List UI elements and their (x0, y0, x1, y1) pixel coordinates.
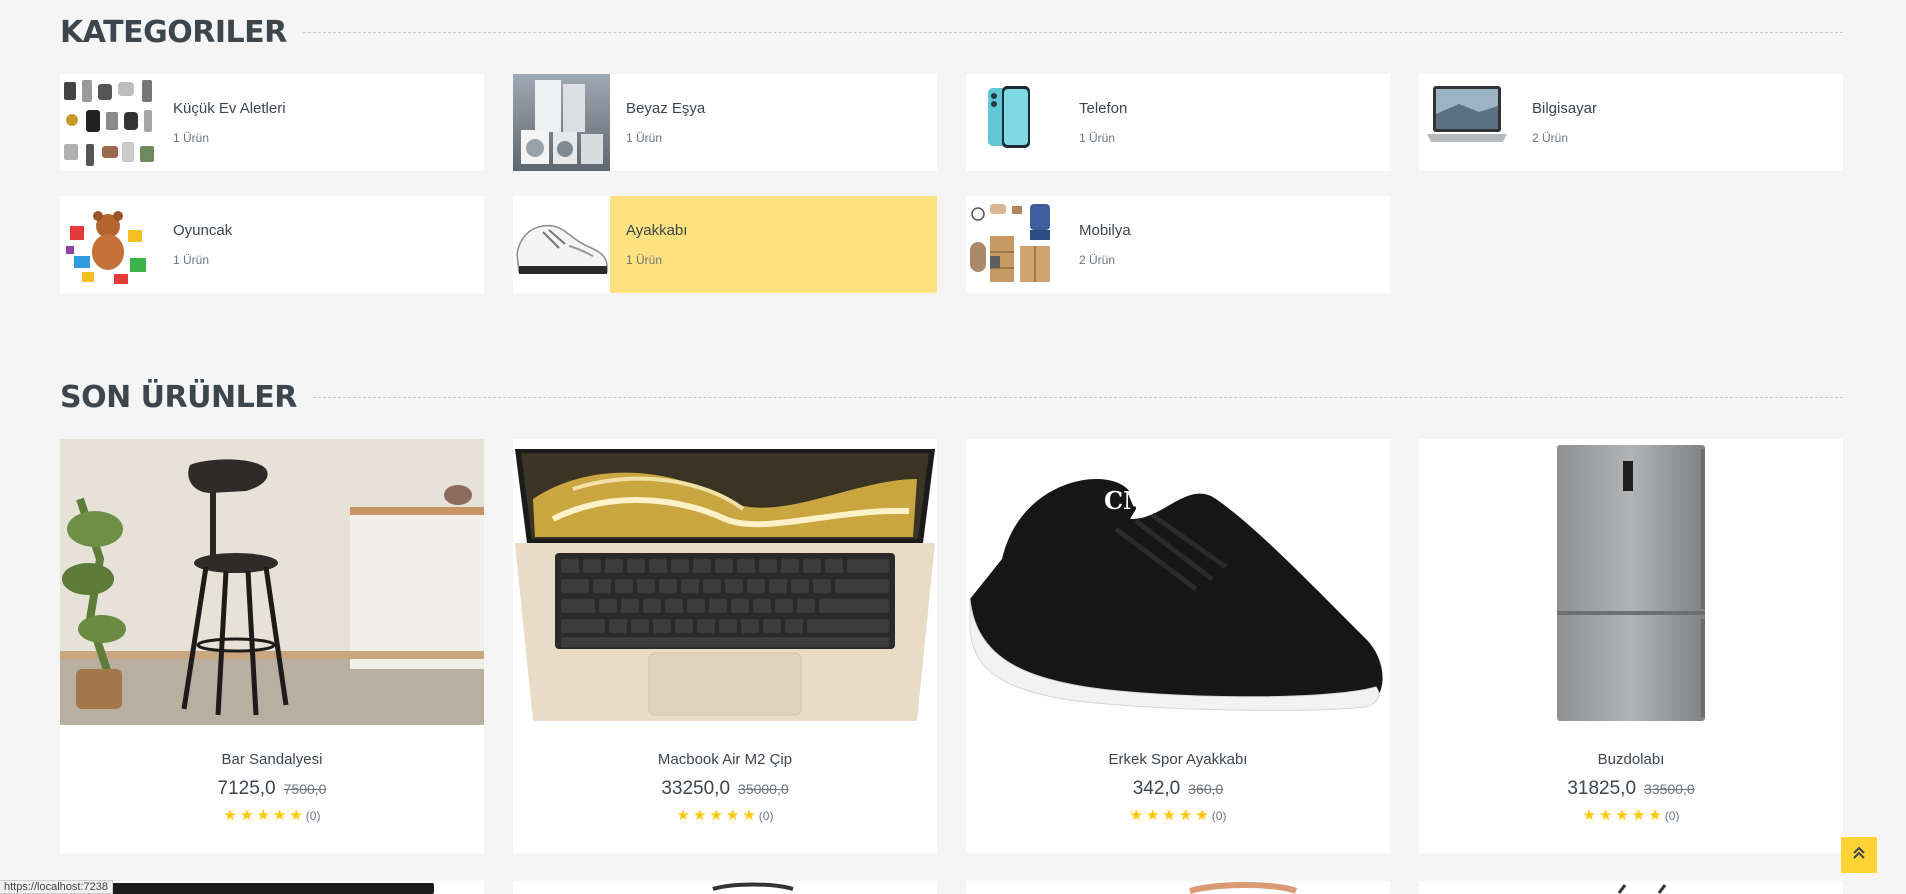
category-count: 1 Ürün (1079, 131, 1116, 145)
product-image-laptop[interactable] (513, 439, 937, 725)
product-card-buzdolabi[interactable]: Buzdolabı 31825,0 33500,0 ★ ★ ★ ★ ★ (0) (1419, 439, 1843, 853)
current-price: 31825,0 (1567, 778, 1637, 799)
old-price: 33500,0 (1644, 781, 1695, 797)
status-bar-url: https://localhost:7238 (0, 880, 113, 894)
star-icon: ★ (742, 807, 756, 824)
category-card-mobilya[interactable]: Mobilya 2 Ürün (966, 196, 1390, 293)
product-card-partial[interactable] (60, 881, 484, 894)
product-rating: ★ ★ ★ ★ ★ (0) (513, 808, 937, 823)
product-name[interactable]: Bar Sandalyesi (60, 751, 484, 768)
section-divider (302, 31, 1843, 33)
category-name: Bilgisayar (1532, 100, 1598, 117)
product-card-partial[interactable] (513, 881, 937, 894)
back-to-top-button[interactable] (1841, 837, 1877, 873)
review-count: (0) (1664, 808, 1680, 823)
product-rating: ★ ★ ★ ★ ★ (0) (966, 808, 1390, 823)
double-chevron-up-icon (1852, 846, 1866, 865)
product-price: 31825,0 33500,0 (1419, 778, 1843, 800)
category-card-oyuncak[interactable]: Oyuncak 1 Ürün (60, 196, 484, 293)
star-icon: ★ (256, 807, 270, 824)
product-card-bar-sandalyesi[interactable]: Bar Sandalyesi 7125,0 7500,0 ★ ★ ★ ★ ★ (… (60, 439, 484, 853)
old-price: 35000,0 (738, 781, 789, 797)
star-icon: ★ (1631, 807, 1646, 824)
category-image-shoes (513, 196, 610, 293)
star-icon: ★ (1648, 807, 1662, 824)
category-card-ayakkabi[interactable]: Ayakkabı 1 Ürün (513, 196, 937, 293)
category-name: Küçük Ev Aletleri (173, 100, 286, 117)
category-image-white-goods (513, 74, 610, 171)
category-image-phone (966, 74, 1063, 171)
category-count: 1 Ürün (173, 253, 210, 267)
star-icon: ★ (272, 807, 287, 824)
category-card-beyaz-esya[interactable]: Beyaz Eşya 1 Ürün (513, 74, 937, 171)
category-count: 1 Ürün (173, 131, 210, 145)
old-price: 360,0 (1188, 781, 1224, 797)
category-name: Ayakkabı (626, 222, 688, 239)
product-name[interactable]: Macbook Air M2 Çip (513, 751, 937, 768)
product-rating: ★ ★ ★ ★ ★ (0) (1419, 808, 1843, 823)
star-icon: ★ (1195, 807, 1209, 824)
category-image-small-appliances (60, 74, 157, 171)
star-icon: ★ (692, 807, 707, 824)
current-price: 342,0 (1132, 778, 1181, 799)
current-price: 33250,0 (661, 778, 731, 799)
category-image-furniture (966, 196, 1063, 293)
product-card-partial[interactable] (966, 881, 1390, 894)
category-card-bilgisayar[interactable]: Bilgisayar 2 Ürün (1419, 74, 1843, 171)
review-count: (0) (1211, 808, 1227, 823)
product-card-partial[interactable] (1419, 881, 1843, 894)
product-price: 33250,0 35000,0 (513, 778, 937, 800)
category-count: 1 Ürün (626, 131, 663, 145)
category-count: 2 Ürün (1079, 253, 1116, 267)
latest-products-section-header: SON ÜRÜNLER (60, 377, 1843, 417)
product-rating: ★ ★ ★ ★ ★ (0) (60, 808, 484, 823)
latest-products-title: SON ÜRÜNLER (60, 379, 297, 415)
star-icon: ★ (1162, 807, 1176, 824)
category-count: 1 Ürün (626, 253, 663, 267)
product-image-bar-stool[interactable] (60, 439, 484, 725)
categories-section-header: KATEGORILER (60, 12, 1843, 52)
categories-title: KATEGORILER (60, 14, 287, 50)
product-name[interactable]: Buzdolabı (1419, 751, 1843, 768)
star-icon: ★ (725, 807, 740, 824)
category-image-toys (60, 196, 157, 293)
category-count: 2 Ürün (1532, 131, 1569, 145)
review-count: (0) (758, 808, 774, 823)
star-icon: ★ (1598, 807, 1613, 824)
product-image-sneaker[interactable]: CM (966, 439, 1390, 725)
star-icon: ★ (1145, 807, 1160, 824)
product-name[interactable]: Erkek Spor Ayakkabı (966, 751, 1390, 768)
category-name: Oyuncak (173, 222, 233, 239)
star-icon: ★ (223, 807, 237, 824)
category-name: Telefon (1079, 100, 1128, 117)
review-count: (0) (305, 808, 321, 823)
category-image-computer (1419, 74, 1516, 171)
current-price: 7125,0 (217, 778, 276, 799)
product-card-macbook-air-m2[interactable]: Macbook Air M2 Çip 33250,0 35000,0 ★ ★ ★… (513, 439, 937, 853)
section-divider (312, 396, 1843, 398)
star-icon: ★ (1582, 807, 1596, 824)
product-price: 7125,0 7500,0 (60, 778, 484, 800)
category-card-telefon[interactable]: Telefon 1 Ürün (966, 74, 1390, 171)
star-icon: ★ (1129, 807, 1143, 824)
product-price: 342,0 360,0 (966, 778, 1390, 800)
category-card-kucuk-ev-aletleri[interactable]: Küçük Ev Aletleri 1 Ürün (60, 74, 484, 171)
star-icon: ★ (676, 807, 690, 824)
star-icon: ★ (289, 807, 303, 824)
product-image-refrigerator[interactable] (1419, 439, 1843, 725)
star-icon: ★ (1178, 807, 1193, 824)
star-icon: ★ (1615, 807, 1629, 824)
category-name: Mobilya (1079, 222, 1131, 239)
category-name: Beyaz Eşya (626, 100, 706, 117)
old-price: 7500,0 (283, 781, 327, 797)
star-icon: ★ (709, 807, 723, 824)
star-icon: ★ (239, 807, 254, 824)
product-card-erkek-spor-ayakkabi[interactable]: CM Erkek Spor Ayakkabı 342,0 360,0 ★ ★ ★… (966, 439, 1390, 853)
svg-text:CM: CM (1104, 486, 1150, 515)
